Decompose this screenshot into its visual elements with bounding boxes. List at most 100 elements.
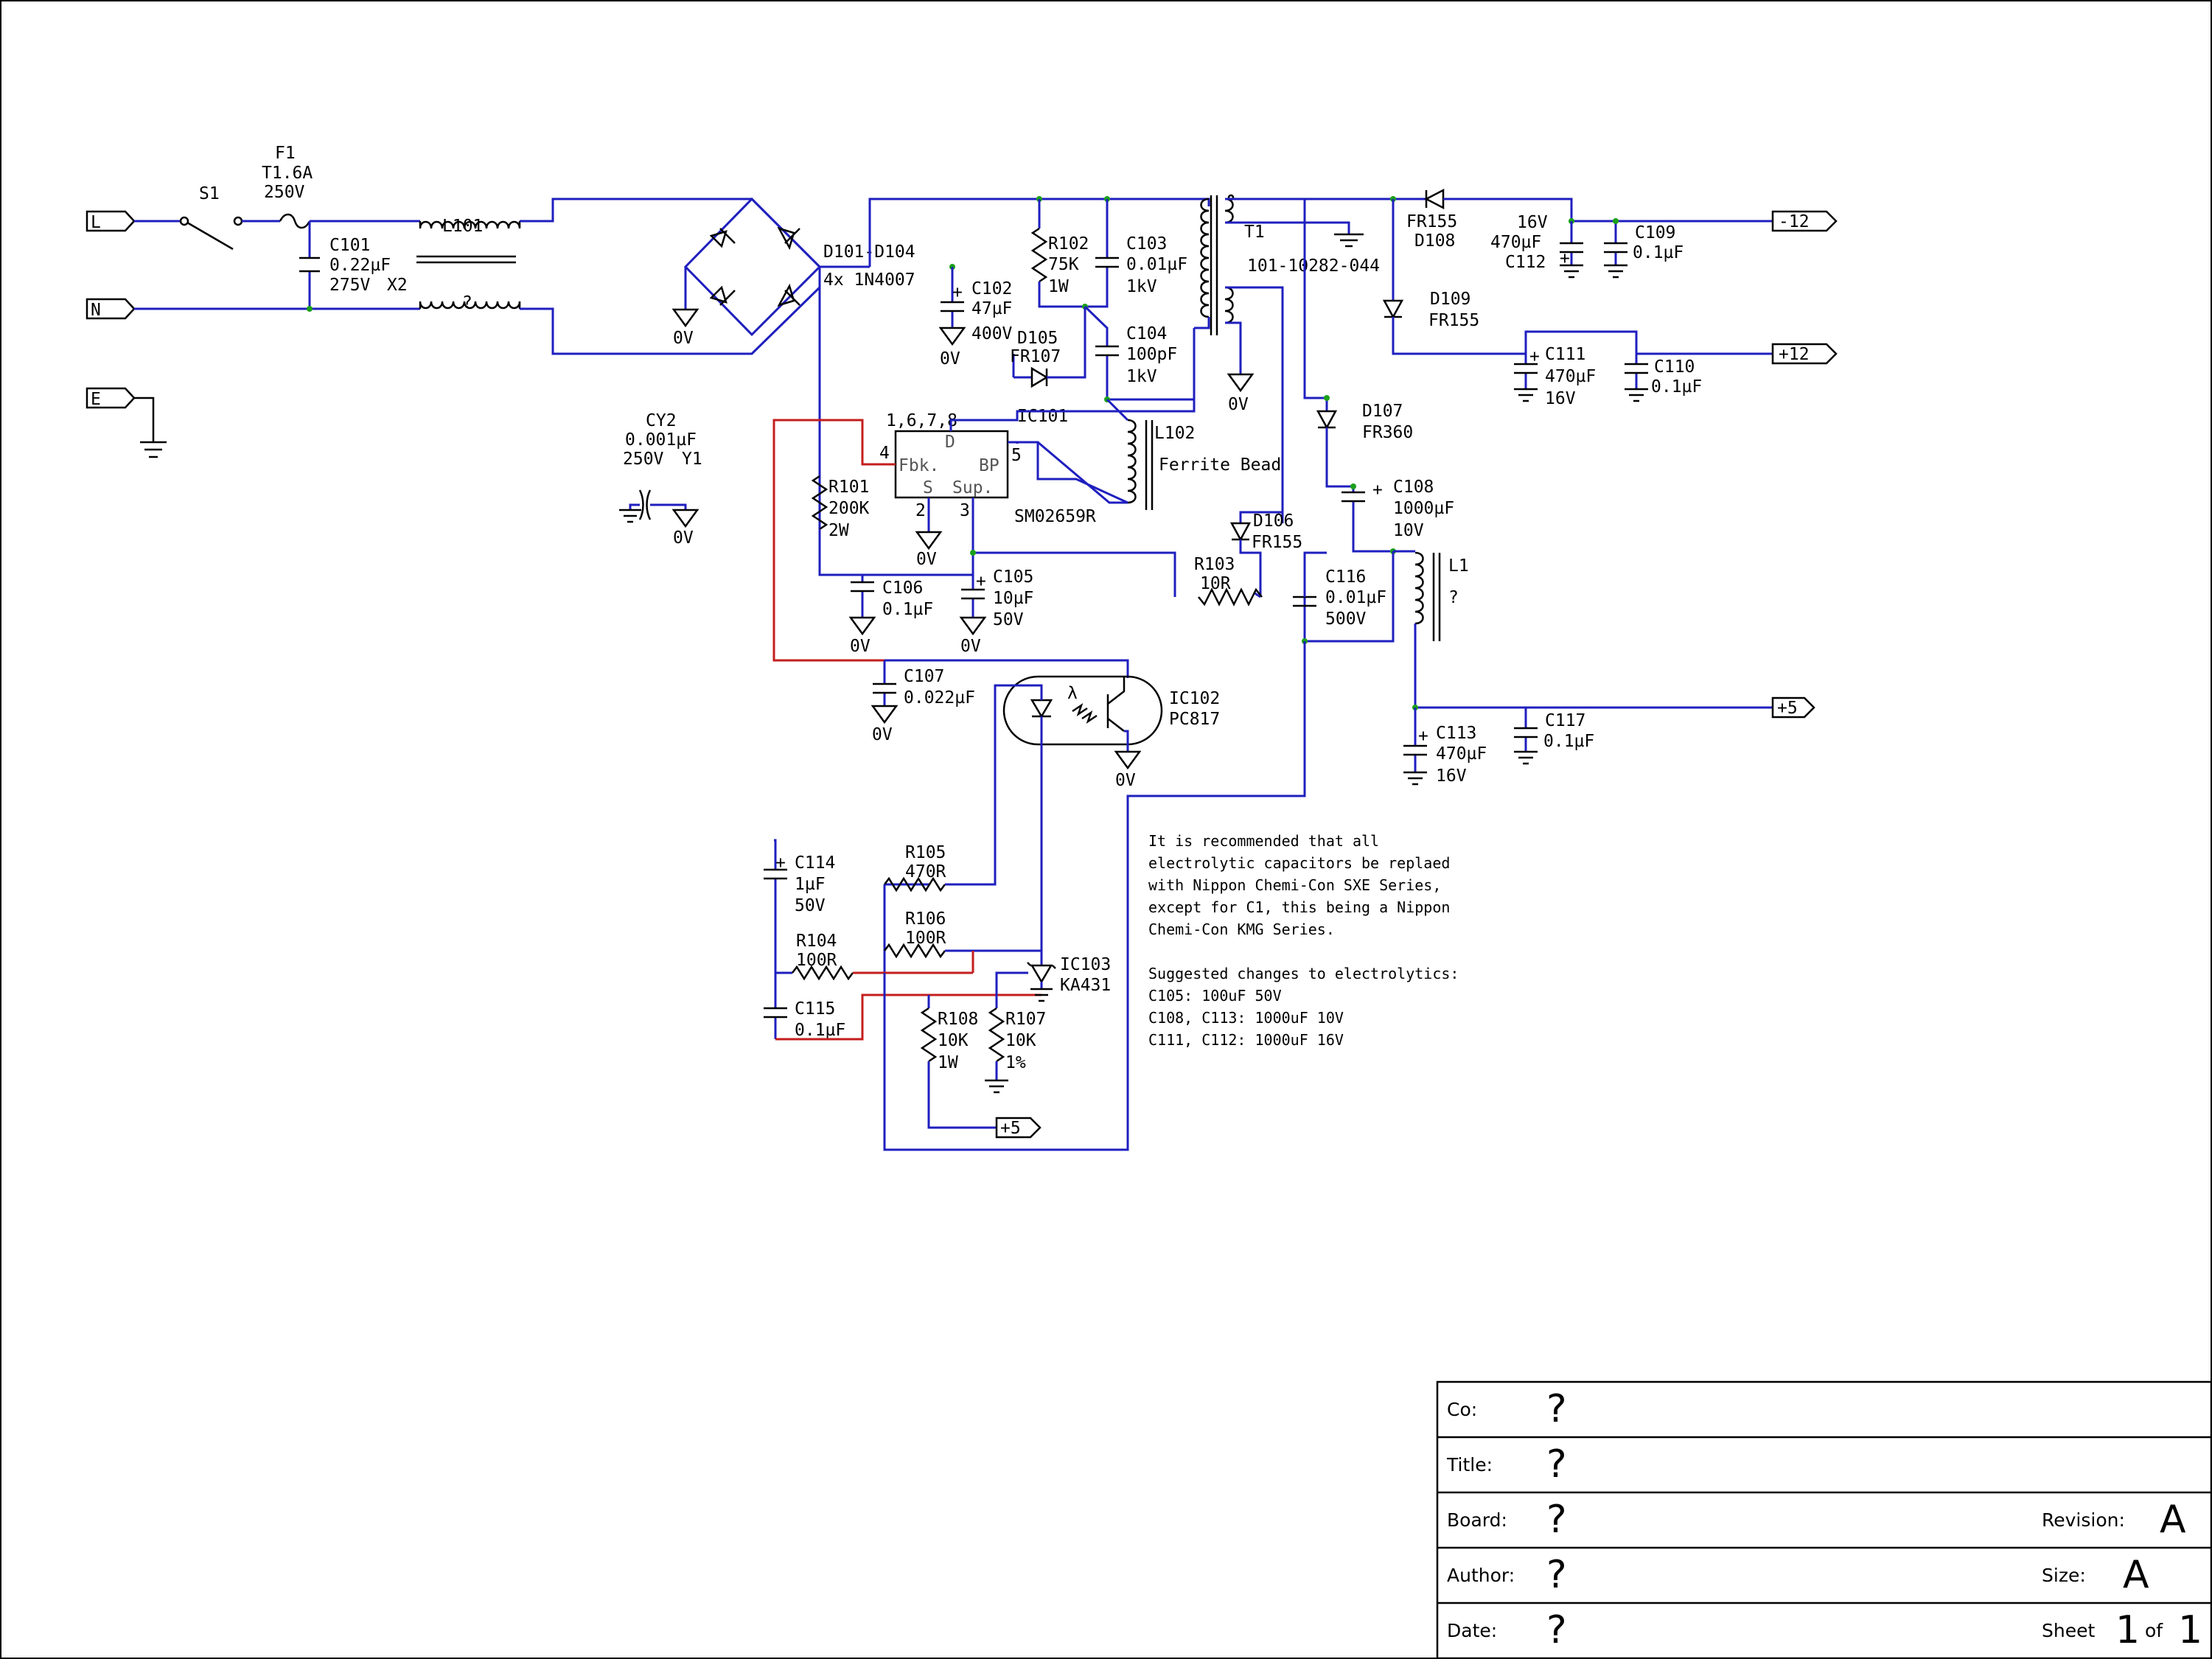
c102-value: 47µF — [971, 299, 1012, 318]
c105-value: 10µF — [993, 589, 1033, 608]
c101-voltage: 275V — [329, 276, 371, 295]
f1-rating: T1.6A — [262, 164, 313, 183]
sheet-label: Sheet — [2042, 1620, 2095, 1641]
ic101-name: IC101 — [1017, 407, 1068, 426]
ground-label: 0V — [916, 550, 937, 569]
ic101-pin2: 2 — [915, 501, 926, 520]
ground-label: 0V — [850, 637, 871, 656]
c115-value: 0.1µF — [795, 1021, 845, 1040]
note-line: Suggested changes to electrolytics: — [1148, 965, 1459, 982]
r107-name: R107 — [1005, 1010, 1046, 1029]
note-line: C105: 100uF 50V — [1148, 987, 1282, 1005]
c104-voltage: 1kV — [1126, 367, 1157, 386]
r105-value: 470R — [905, 862, 946, 881]
c111-plus: + — [1529, 347, 1540, 366]
d109-part: FR155 — [1428, 311, 1479, 330]
c111-voltage: 16V — [1545, 389, 1576, 408]
c105-plus: + — [976, 572, 986, 591]
d105-name: D105 — [1017, 329, 1058, 348]
d106-name: D106 — [1253, 511, 1294, 531]
revision-label: Revision: — [2042, 1509, 2125, 1531]
note-line: Chemi-Con KMG Series. — [1148, 921, 1335, 938]
port-E-label: E — [91, 390, 101, 409]
ic101-pin3: 3 — [960, 501, 970, 520]
r101-name: R101 — [828, 478, 869, 497]
bridge-part: 4x 1N4007 — [823, 270, 915, 290]
ground-label: 0V — [872, 725, 893, 744]
c112-value: 470µF — [1490, 233, 1541, 252]
c108-value: 1000µF — [1393, 499, 1454, 518]
r101-value: 200K — [828, 499, 870, 518]
ground-label: 0V — [940, 349, 960, 369]
c107-value: 0.022µF — [904, 688, 975, 708]
board-value: ? — [1546, 1498, 1567, 1542]
c117-name: C117 — [1545, 711, 1585, 730]
l102-name: L102 — [1154, 424, 1195, 443]
cy2-value: 0.001µF — [625, 430, 697, 450]
r107-tolerance: 1% — [1005, 1053, 1026, 1072]
note-line: except for C1, this being a Nippon — [1148, 898, 1450, 916]
c106-value: 0.1µF — [882, 600, 933, 619]
size-value: A — [2123, 1553, 2149, 1597]
r103-name: R103 — [1194, 555, 1235, 574]
l1-value: ? — [1448, 588, 1459, 607]
c116-voltage: 500V — [1325, 610, 1367, 629]
c112-voltage: 16V — [1517, 213, 1548, 232]
r108-power: 1W — [938, 1053, 958, 1072]
r103-value: 10R — [1200, 574, 1231, 593]
ic102-part: PC817 — [1169, 710, 1220, 729]
ic101-pin-bp: BP — [979, 456, 999, 475]
ground-label: 0V — [1228, 395, 1249, 414]
c114-plus: + — [775, 853, 786, 873]
d109-name: D109 — [1430, 290, 1470, 309]
c116-name: C116 — [1325, 567, 1366, 587]
board-label: Board: — [1447, 1509, 1507, 1531]
c104-value: 100pF — [1126, 345, 1177, 364]
ground-label: 0V — [1115, 771, 1136, 790]
cy2-voltage: 250V — [623, 450, 664, 469]
note-line: with Nippon Chemi-Con SXE Series, — [1148, 876, 1441, 894]
port-plus5-label: +5 — [1777, 699, 1798, 718]
c106-name: C106 — [882, 579, 923, 598]
title-label: Title: — [1446, 1454, 1493, 1475]
l101-name: L101 — [442, 217, 483, 236]
r102-power: 1W — [1048, 277, 1069, 296]
c108-plus: + — [1372, 481, 1383, 500]
c114-value: 1µF — [795, 875, 826, 894]
date-value: ? — [1546, 1608, 1567, 1652]
d105-part: FR107 — [1010, 347, 1061, 366]
port-plus12-label: +12 — [1779, 345, 1810, 364]
port-L-label: L — [91, 213, 101, 232]
c109-value: 0.1µF — [1633, 243, 1684, 262]
c107-name: C107 — [904, 667, 944, 686]
c101-class: X2 — [387, 276, 408, 295]
r104-name: R104 — [796, 932, 837, 951]
c112-name: C112 — [1505, 253, 1546, 272]
ic101-pin-sup: Sup. — [952, 478, 993, 497]
note-line: C111, C112: 1000uF 16V — [1148, 1031, 1344, 1049]
ic101-pins-top: 1,6,7,8 — [886, 411, 957, 430]
c102-name: C102 — [971, 279, 1012, 298]
c108-name: C108 — [1393, 478, 1434, 497]
c114-name: C114 — [795, 853, 835, 873]
c103-voltage: 1kV — [1126, 277, 1157, 296]
t1-part: 101-10282-044 — [1247, 256, 1380, 276]
port-N-label: N — [91, 301, 101, 320]
d108-name: D108 — [1414, 231, 1455, 251]
c111-name: C111 — [1545, 345, 1585, 364]
ic102-lambda: λ — [1067, 684, 1078, 703]
ground-label: 0V — [960, 637, 981, 656]
r106-value: 100R — [905, 929, 946, 948]
c116-value: 0.01µF — [1325, 588, 1386, 607]
note-line: electrolytic capacitors be replaed — [1148, 854, 1450, 872]
ground-label: 0V — [673, 329, 694, 348]
author-value: ? — [1546, 1553, 1567, 1597]
d108-part: FR155 — [1406, 212, 1457, 231]
d107-name: D107 — [1362, 402, 1403, 421]
c104-name: C104 — [1126, 324, 1167, 343]
sheet-total: 1 — [2178, 1608, 2202, 1652]
note-line: It is recommended that all — [1148, 832, 1379, 850]
c117-value: 0.1µF — [1543, 732, 1594, 751]
c102-plus: + — [952, 283, 963, 302]
c103-name: C103 — [1126, 234, 1167, 254]
